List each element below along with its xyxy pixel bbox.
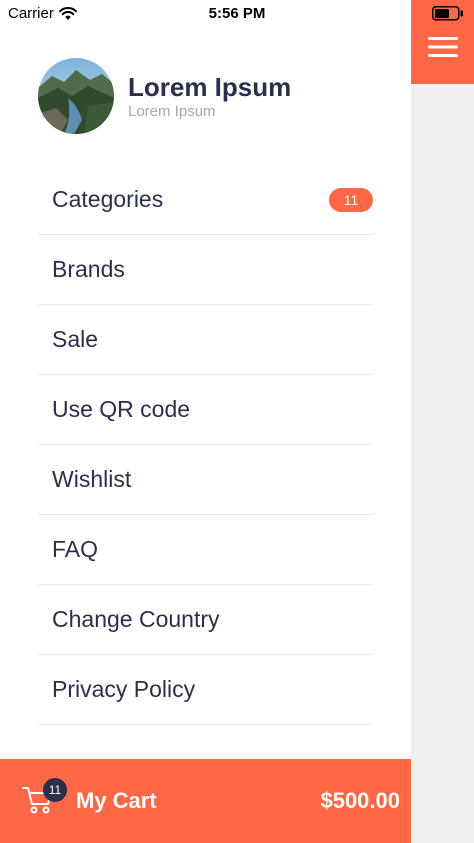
avatar[interactable]	[38, 58, 114, 134]
menu-item-brands[interactable]: Brands	[38, 235, 373, 305]
menu-item-label: Use QR code	[52, 396, 191, 422]
hamburger-icon	[427, 37, 458, 57]
profile-header[interactable]: Lorem Ipsum Lorem Ipsum	[38, 58, 291, 134]
menu-item-label: Sale	[52, 326, 99, 352]
drawer-menu: Categories 11 Brands Sale Use QR code Wi…	[38, 165, 373, 725]
cart-count-badge: 11	[43, 778, 67, 802]
status-time: 5:56 PM	[208, 5, 266, 22]
menu-item-label: Wishlist	[52, 466, 132, 492]
profile-subtitle: Lorem Ipsum	[128, 103, 216, 120]
cart-label: My Cart	[76, 788, 157, 813]
cart-total: $500.00	[320, 788, 400, 813]
menu-item-sale[interactable]: Sale	[38, 305, 373, 375]
profile-name: Lorem Ipsum	[128, 72, 292, 102]
menu-item-privacy-policy[interactable]: Privacy Policy	[38, 655, 373, 725]
menu-item-qr-code[interactable]: Use QR code	[38, 375, 373, 445]
menu-item-label: Privacy Policy	[52, 676, 196, 702]
menu-item-faq[interactable]: FAQ	[38, 515, 373, 585]
menu-item-label: Brands	[52, 256, 125, 282]
status-bar: Carrier 5:56 PM	[0, 0, 474, 28]
menu-item-label: Categories	[52, 186, 164, 212]
side-drawer: Lorem Ipsum Lorem Ipsum Categories 11 Br…	[0, 0, 411, 843]
main-content-peek[interactable]	[411, 0, 474, 843]
battery-icon	[432, 6, 464, 25]
menu-item-change-country[interactable]: Change Country	[38, 585, 373, 655]
menu-item-label: Change Country	[52, 606, 220, 632]
menu-item-label: FAQ	[52, 536, 99, 562]
my-cart-button[interactable]: My Cart $500.00	[0, 759, 411, 843]
categories-count-badge: 11	[329, 187, 373, 212]
menu-item-categories[interactable]: Categories 11	[38, 165, 373, 235]
menu-item-wishlist[interactable]: Wishlist	[38, 445, 373, 515]
